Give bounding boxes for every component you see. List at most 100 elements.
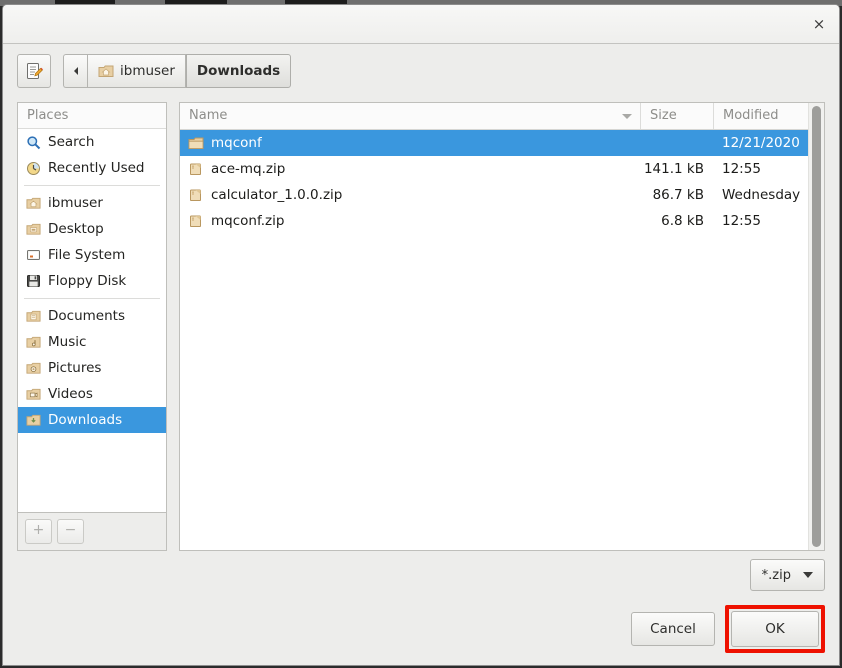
table-row[interactable]: mqconf.zip 6.8 kB 12:55 (180, 208, 808, 234)
sidebar-item-pictures[interactable]: Pictures (18, 355, 166, 381)
sidebar-item-ibmuser[interactable]: ibmuser (18, 190, 166, 216)
breadcrumb-item-downloads[interactable]: Downloads (185, 54, 292, 88)
home-folder-icon (98, 64, 114, 78)
places-panel: Places Search Recently Used ibmuser Desk… (17, 102, 167, 551)
chevron-left-icon (72, 66, 80, 76)
sidebar-item-label: Videos (48, 386, 93, 402)
floppy-icon (26, 274, 41, 288)
file-size-cell: 86.7 kB (652, 187, 704, 203)
breadcrumb-label: Downloads (196, 63, 281, 79)
file-name-cell: mqconf (180, 135, 640, 151)
sidebar-item-label: Recently Used (48, 160, 145, 176)
sidebar-item-label: Search (48, 134, 95, 150)
scrollbar-thumb[interactable] (812, 106, 821, 547)
column-header-label: Modified (723, 108, 779, 123)
title-bar: × (3, 5, 839, 44)
file-list-inner: Name Size Modified mqconf 12/21/2020 ace… (180, 103, 808, 550)
filter-row: *.zip (17, 559, 825, 591)
dialog-body: Places Search Recently Used ibmuser Desk… (3, 102, 839, 551)
sidebar-item-videos[interactable]: Videos (18, 381, 166, 407)
table-row[interactable]: calculator_1.0.0.zip 86.7 kB Wednesday (180, 182, 808, 208)
file-size-cell: 141.1 kB (643, 161, 704, 177)
search-icon (26, 135, 41, 150)
file-list-scrollbar[interactable] (808, 103, 824, 550)
places-header: Places (18, 103, 166, 129)
music-folder-icon (26, 335, 41, 349)
action-buttons: Cancel OK (17, 605, 825, 653)
sidebar-item-label: Floppy Disk (48, 273, 127, 289)
pictures-folder-icon (26, 361, 41, 375)
ok-button[interactable]: OK (731, 611, 819, 647)
add-bookmark-button[interactable]: + (25, 519, 52, 544)
downloads-folder-icon (26, 413, 41, 427)
file-list-rows: mqconf 12/21/2020 ace-mq.zip 141.1 kB 12… (180, 130, 808, 550)
archive-icon (188, 188, 204, 202)
sidebar-item-label: Documents (48, 308, 125, 324)
sidebar-item-label: Desktop (48, 221, 104, 237)
filter-value-label: *.zip (761, 567, 791, 583)
folder-icon (188, 136, 204, 150)
file-list-header: Name Size Modified (180, 103, 808, 130)
sidebar-item-downloads[interactable]: Downloads (18, 407, 166, 433)
file-name-cell: calculator_1.0.0.zip (180, 187, 640, 203)
table-row[interactable]: ace-mq.zip 141.1 kB 12:55 (180, 156, 808, 182)
sidebar-item-label: Pictures (48, 360, 102, 376)
archive-icon (188, 162, 204, 176)
file-name-cell: mqconf.zip (180, 213, 640, 229)
file-name-label: ace-mq.zip (211, 161, 286, 177)
table-row[interactable]: mqconf 12/21/2020 (180, 130, 808, 156)
file-type-filter-select[interactable]: *.zip (749, 559, 825, 591)
close-icon[interactable]: × (809, 14, 829, 34)
sidebar-item-desktop[interactable]: Desktop (18, 216, 166, 242)
breadcrumb-item-ibmuser[interactable]: ibmuser (87, 54, 186, 88)
sidebar-item-documents[interactable]: Documents (18, 303, 166, 329)
toolbar: ibmuser Downloads (3, 44, 839, 102)
archive-icon (188, 214, 204, 228)
sidebar-item-floppy-disk[interactable]: Floppy Disk (18, 268, 166, 294)
videos-folder-icon (26, 387, 41, 401)
places-separator (24, 298, 160, 299)
file-modified-cell: Wednesday (722, 187, 801, 203)
dialog-footer: *.zip Cancel OK (3, 551, 839, 665)
documents-folder-icon (26, 309, 41, 323)
column-header-name[interactable]: Name (180, 103, 640, 129)
sidebar-item-file-system[interactable]: File System (18, 242, 166, 268)
column-header-label: Name (189, 108, 228, 123)
column-header-modified[interactable]: Modified (713, 103, 808, 129)
remove-bookmark-button[interactable]: − (57, 519, 84, 544)
file-chooser-dialog: × ibmuser Downloads Places Search Recent… (2, 4, 840, 666)
chevron-down-icon (803, 572, 813, 578)
sidebar-item-search[interactable]: Search (18, 129, 166, 155)
sidebar-item-recently-used[interactable]: Recently Used (18, 155, 166, 181)
file-list-panel: Name Size Modified mqconf 12/21/2020 ace… (179, 102, 825, 551)
places-footer: + − (18, 512, 166, 550)
home-folder-icon (26, 196, 41, 210)
sidebar-item-label: ibmuser (48, 195, 103, 211)
drive-icon (26, 248, 41, 262)
column-header-size[interactable]: Size (640, 103, 713, 129)
file-modified-cell: 12/21/2020 (722, 135, 800, 151)
file-name-label: calculator_1.0.0.zip (211, 187, 343, 203)
file-size-cell: 6.8 kB (661, 213, 704, 229)
places-separator (24, 185, 160, 186)
recent-clock-icon (26, 161, 41, 176)
breadcrumb-label: ibmuser (120, 63, 175, 79)
file-name-label: mqconf (211, 135, 262, 151)
column-header-label: Size (650, 108, 677, 123)
sidebar-item-label: Downloads (48, 412, 123, 428)
breadcrumb: ibmuser Downloads (63, 54, 292, 88)
sidebar-item-label: File System (48, 247, 126, 263)
sort-descending-icon (622, 114, 632, 119)
file-name-label: mqconf.zip (211, 213, 285, 229)
path-back-button[interactable] (63, 54, 87, 88)
sidebar-item-label: Music (48, 334, 87, 350)
sidebar-item-music[interactable]: Music (18, 329, 166, 355)
cancel-button[interactable]: Cancel (631, 612, 715, 646)
file-modified-cell: 12:55 (722, 161, 761, 177)
file-modified-cell: 12:55 (722, 213, 761, 229)
location-entry-toggle-button[interactable] (17, 54, 51, 88)
file-name-cell: ace-mq.zip (180, 161, 640, 177)
desktop-folder-icon (26, 222, 41, 236)
places-list: Places Search Recently Used ibmuser Desk… (18, 103, 166, 512)
ok-button-highlight: OK (725, 605, 825, 653)
